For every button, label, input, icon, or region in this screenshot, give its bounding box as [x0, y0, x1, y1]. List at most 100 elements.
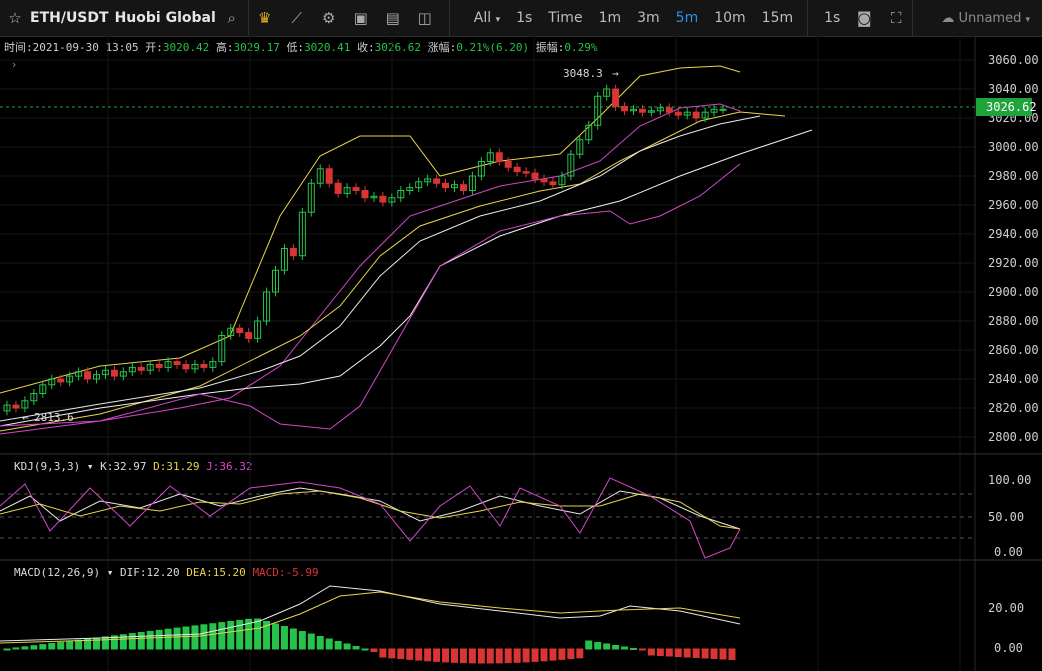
- tf-time[interactable]: Time: [540, 10, 590, 26]
- macd-bar: [621, 646, 629, 650]
- macd-bar: [683, 648, 691, 658]
- candle-body: [719, 108, 727, 111]
- ma-slow: [0, 129, 813, 427]
- max-arrow: →: [612, 67, 619, 80]
- gear-icon[interactable]: ⚙: [313, 9, 345, 27]
- all-dropdown[interactable]: All ▾: [450, 10, 508, 26]
- all-label: All: [473, 10, 492, 26]
- macd-bar: [424, 648, 432, 662]
- macd-dif-line: [0, 585, 741, 642]
- candle-body: [674, 111, 682, 116]
- macd-bar: [254, 618, 262, 650]
- fullscreen-icon[interactable]: ⛶: [880, 9, 912, 27]
- candlestick-chart[interactable]: 3060.00 3040.00 3020.00 3000.00 2980.00 …: [0, 36, 1042, 671]
- macd-bar: [486, 648, 494, 664]
- price-tick: 2920.00: [988, 256, 1039, 270]
- layout-icon[interactable]: ◫: [409, 9, 441, 27]
- candle-body: [513, 166, 521, 173]
- macd-bar: [164, 628, 172, 650]
- tf-1s-extra[interactable]: 1s: [808, 10, 848, 26]
- macd-bar: [298, 631, 306, 650]
- macd-bar: [638, 648, 646, 651]
- macd-bar: [370, 648, 378, 652]
- kdj-tick: 0.00: [994, 545, 1023, 559]
- macd-bar: [603, 643, 611, 650]
- macd-bar: [701, 648, 709, 659]
- macd-bar: [307, 633, 315, 650]
- candle-body: [459, 184, 467, 191]
- macd-bar: [379, 648, 387, 658]
- price-tick: 2900.00: [988, 285, 1039, 299]
- macd-bar: [459, 648, 467, 664]
- candle-body: [236, 327, 244, 334]
- macd-bar: [558, 648, 566, 660]
- macd-bar: [692, 648, 700, 658]
- candle-body: [110, 369, 118, 377]
- exchange-name: Huobi Global: [114, 10, 216, 26]
- macd-bar: [522, 648, 530, 663]
- candle-body: [325, 168, 333, 184]
- macd-bar: [719, 648, 727, 660]
- macd-bar: [433, 648, 441, 662]
- macd-bar: [155, 629, 163, 650]
- last-price-label: 3026.62: [986, 100, 1037, 114]
- min-price-marker: 2813.6: [34, 411, 74, 424]
- macd-bar: [12, 647, 20, 650]
- tf-15m[interactable]: 15m: [754, 10, 801, 26]
- kdj-d-line: [0, 490, 741, 530]
- candle-body: [182, 364, 190, 370]
- crown-icon[interactable]: ♛: [249, 9, 281, 27]
- cloud-icon: ☁: [941, 10, 955, 26]
- macd-bar: [585, 640, 593, 650]
- tf-3m[interactable]: 3m: [629, 10, 668, 26]
- candle-body: [522, 171, 530, 174]
- macd-bar: [173, 627, 181, 650]
- candle-body: [692, 111, 700, 119]
- macd-bar: [218, 622, 226, 650]
- macd-tick: 0.00: [994, 641, 1023, 655]
- symbol-name[interactable]: ETH/USDT: [30, 10, 109, 26]
- indicator-icon[interactable]: ⟋: [281, 9, 313, 27]
- macd-bar: [209, 623, 217, 650]
- price-tick: 3040.00: [988, 82, 1039, 96]
- macd-bar: [128, 633, 136, 650]
- candle-body: [173, 361, 181, 366]
- macd-bar: [48, 643, 56, 650]
- macd-bar: [728, 648, 736, 660]
- tf-1s[interactable]: 1s: [508, 10, 540, 26]
- price-tick: 2880.00: [988, 314, 1039, 328]
- search-icon[interactable]: ⌕: [216, 9, 248, 27]
- compare-icon[interactable]: ▤: [377, 9, 409, 27]
- chevron-down-icon: ▾: [1025, 14, 1030, 25]
- price-tick: 2840.00: [988, 372, 1039, 386]
- macd-bar: [549, 648, 557, 661]
- layout-name-dropdown[interactable]: ☁ Unnamed ▾: [941, 11, 1042, 26]
- max-price-marker: 3048.3: [563, 67, 603, 80]
- candle-body: [361, 190, 369, 199]
- candle-body: [540, 178, 548, 183]
- macd-bar: [361, 648, 369, 651]
- price-tick: 2820.00: [988, 401, 1039, 415]
- candle-body: [379, 195, 387, 203]
- macd-bar: [531, 648, 539, 662]
- macd-bar: [21, 646, 29, 650]
- macd-bar: [415, 648, 423, 661]
- chart-type-icon[interactable]: ▣: [345, 9, 377, 27]
- macd-bar: [451, 648, 458, 663]
- macd-bar: [343, 643, 351, 650]
- tf-5m[interactable]: 5m: [668, 10, 707, 26]
- camera-icon[interactable]: ◙: [848, 9, 880, 27]
- tf-10m[interactable]: 10m: [706, 10, 753, 26]
- macd-bar: [647, 648, 655, 656]
- star-icon[interactable]: ☆: [0, 9, 30, 27]
- candle-body: [504, 161, 512, 168]
- bb-lower: [0, 163, 741, 430]
- candle-body: [137, 366, 145, 371]
- candle-body: [442, 182, 450, 189]
- tf-1m[interactable]: 1m: [591, 10, 630, 26]
- candle-body: [352, 187, 360, 192]
- candle-body: [245, 332, 253, 339]
- macd-bar: [513, 648, 521, 663]
- macd-bar: [272, 623, 279, 650]
- macd-bar: [39, 644, 47, 650]
